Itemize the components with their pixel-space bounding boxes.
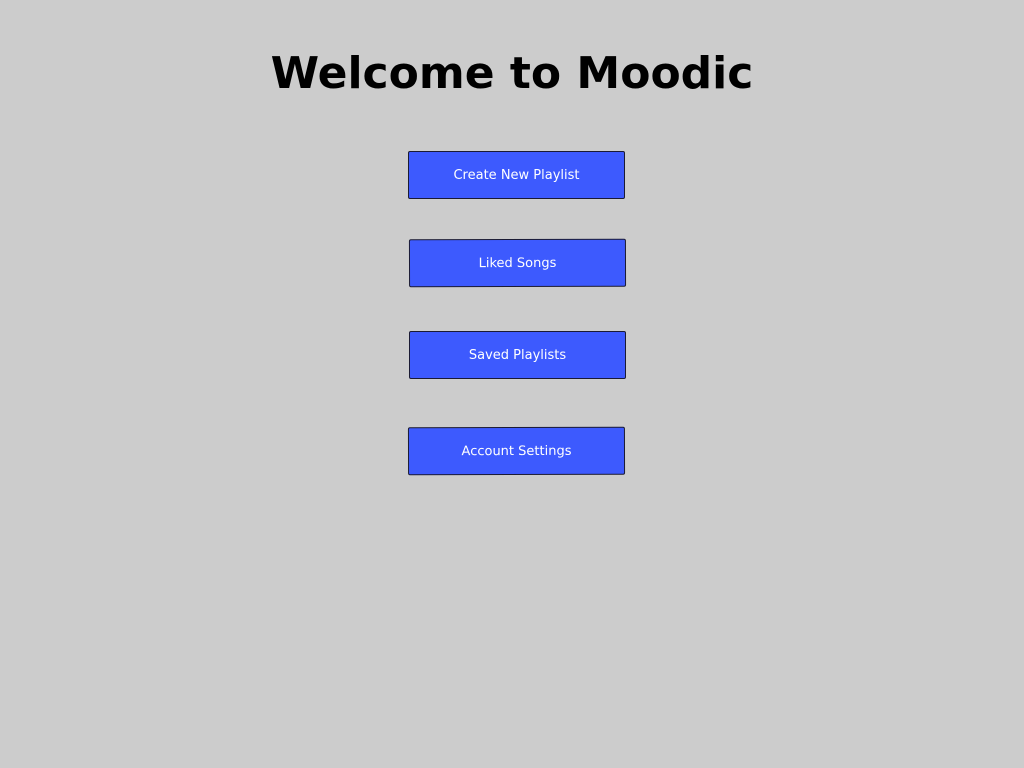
saved-playlists-button[interactable]: Saved Playlists [409,331,626,379]
liked-songs-button[interactable]: Liked Songs [408,238,627,288]
account-settings-button[interactable]: Account Settings [407,426,626,476]
create-new-playlist-button[interactable]: Create New Playlist [408,151,625,199]
page-title: Welcome to Moodic [270,48,754,99]
